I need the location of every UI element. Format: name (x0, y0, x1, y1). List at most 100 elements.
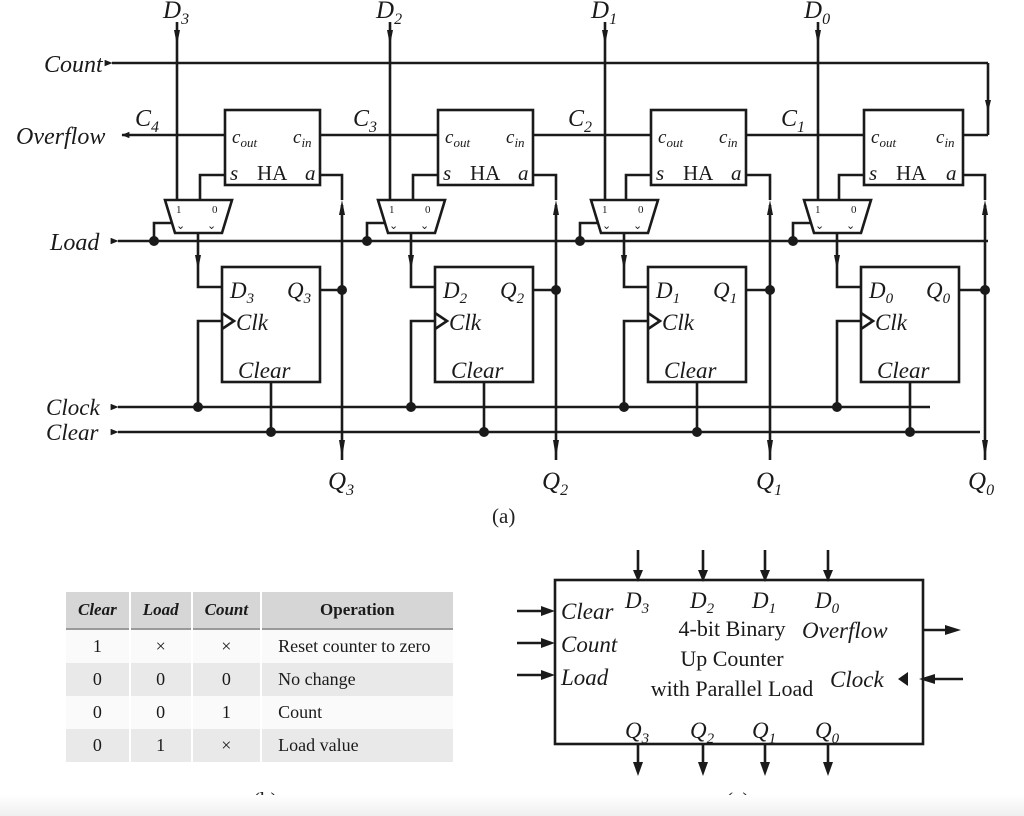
stage2-a-feedback-wire (533, 173, 559, 290)
clk-triangle-0 (860, 311, 876, 331)
carry-label-c4: C4 (135, 106, 159, 136)
svg-text:HA: HA (257, 161, 288, 185)
schematic-labels: D3 D2 D1 D0 Count Overflow Load Clock Cl… (16, 0, 994, 499)
count-bus-wire (104, 59, 991, 137)
table-row: 0 0 1 Count (66, 696, 453, 729)
svg-text:1: 1 (389, 204, 395, 216)
svg-text:Clear: Clear (238, 358, 291, 383)
block-title-line-2: Up Counter (680, 646, 784, 671)
block-title-line-3: with Parallel Load (651, 676, 814, 701)
cell-operation: Count (262, 696, 453, 729)
ha0-port-labels: cout cin s HA a (869, 127, 957, 185)
mux-digit-labels: 1 0 ⌄ ⌄ 1 0 ⌄ ⌄ 1 0 ⌄ ⌄ 1 0 ⌄ ⌄ (176, 204, 857, 232)
block-port-load: Load (560, 665, 609, 690)
svg-text:cout: cout (232, 127, 257, 150)
svg-text:⌄: ⌄ (815, 220, 824, 232)
cell-load: 0 (130, 696, 191, 729)
svg-text:Q0: Q0 (926, 278, 951, 307)
cell-load: 1 (130, 729, 191, 762)
svg-text:1: 1 (815, 204, 821, 216)
cell-load: × (130, 630, 191, 663)
svg-text:cout: cout (871, 127, 896, 150)
svg-text:⌄: ⌄ (420, 220, 429, 232)
svg-text:cin: cin (719, 127, 738, 150)
svg-text:1: 1 (602, 204, 608, 216)
block-port-clock: Clock (830, 667, 884, 692)
svg-text:Clear: Clear (451, 358, 504, 383)
block-port-clear: Clear (561, 599, 614, 624)
carry-label-c1: C1 (781, 106, 805, 136)
svg-text:⌄: ⌄ (176, 220, 185, 232)
stage1-a-feedback-wire (746, 173, 773, 290)
stage3-q-output-wire (320, 288, 345, 460)
svg-text:1: 1 (176, 204, 182, 216)
ff0-port-labels: D0 Q0 Clk Clear (868, 278, 951, 383)
cell-count: 0 (192, 663, 261, 696)
stage1-d-input-wire (602, 22, 608, 207)
svg-text:a: a (518, 161, 529, 185)
svg-text:s: s (656, 161, 664, 185)
output-label-q2: Q2 (542, 468, 568, 499)
stage2-q-output-wire (533, 288, 559, 460)
stage2-d-input-wire (387, 22, 393, 207)
svg-text:a: a (946, 161, 957, 185)
block-top-input-arrows (633, 550, 833, 582)
col-header-clear: Clear (66, 592, 129, 630)
output-label-q0: Q0 (968, 468, 994, 499)
cell-count: × (192, 630, 261, 663)
svg-text:Q2: Q2 (500, 278, 525, 307)
svg-text:Clear: Clear (877, 358, 930, 383)
table-row: 1 × × Reset counter to zero (66, 630, 453, 663)
svg-text:HA: HA (896, 161, 927, 185)
svg-text:⌄: ⌄ (389, 220, 398, 232)
clk-triangle-3 (221, 311, 237, 331)
svg-text:⌄: ⌄ (207, 220, 216, 232)
svg-text:a: a (305, 161, 316, 185)
stage1-q-output-wire (746, 288, 773, 460)
cell-operation: Load value (262, 729, 453, 762)
svg-text:Clk: Clk (236, 310, 269, 335)
stage0-q-output-wire (959, 288, 988, 460)
svg-text:a: a (731, 161, 742, 185)
caption-a: (a) (492, 504, 516, 528)
col-header-count: Count (192, 592, 261, 630)
svg-text:Clk: Clk (449, 310, 482, 335)
port-label-clock: Clock (46, 395, 100, 420)
output-label-q1: Q1 (756, 468, 782, 499)
cell-load: 0 (130, 663, 191, 696)
port-label-count: Count (44, 52, 104, 78)
cell-count: 1 (192, 696, 261, 729)
cell-clear: 1 (66, 630, 129, 663)
svg-text:⌄: ⌄ (846, 220, 855, 232)
stage2-clock-wire (409, 319, 435, 407)
svg-text:⌄: ⌄ (602, 220, 611, 232)
ff1-port-labels: D1 Q1 Clk Clear (655, 278, 737, 383)
svg-text:Clk: Clk (875, 310, 908, 335)
stage3-clock-wire (196, 319, 222, 407)
port-label-clear: Clear (46, 420, 99, 445)
col-header-load: Load (130, 592, 191, 630)
ha2-port-labels: cout cin s HA a (443, 127, 529, 185)
figure-root: D3 D2 D1 D0 Count Overflow Load Clock Cl… (0, 0, 1024, 816)
svg-text:D2: D2 (442, 278, 468, 307)
ha3-port-labels: cout cin s HA a (230, 127, 316, 185)
input-label-d1: D1 (590, 0, 617, 28)
counter-schematic: D3 D2 D1 D0 Count Overflow Load Clock Cl… (16, 0, 994, 499)
block-title-line-1: 4-bit Binary (679, 616, 786, 641)
svg-text:cin: cin (506, 127, 525, 150)
cell-count: × (192, 729, 261, 762)
operation-truth-table: Clear Load Count Operation 1 × × Reset c… (64, 592, 455, 762)
svg-text:D0: D0 (868, 278, 894, 307)
block-bottom-output-arrows (633, 744, 833, 776)
port-label-load: Load (49, 230, 100, 256)
stage1-clock-wire (622, 319, 648, 407)
cell-clear: 0 (66, 729, 129, 762)
counter-block-symbol: D3 D2 D1 D0 Q3 Q2 Q1 Q0 Clear Count Load… (517, 550, 963, 776)
carry-label-c3: C3 (353, 106, 377, 136)
stage0-a-feedback-wire (963, 173, 988, 290)
cell-clear: 0 (66, 663, 129, 696)
stage0-d-input-wire (815, 22, 821, 207)
svg-text:s: s (230, 161, 238, 185)
svg-text:0: 0 (638, 204, 644, 216)
cell-operation: Reset counter to zero (262, 630, 453, 663)
